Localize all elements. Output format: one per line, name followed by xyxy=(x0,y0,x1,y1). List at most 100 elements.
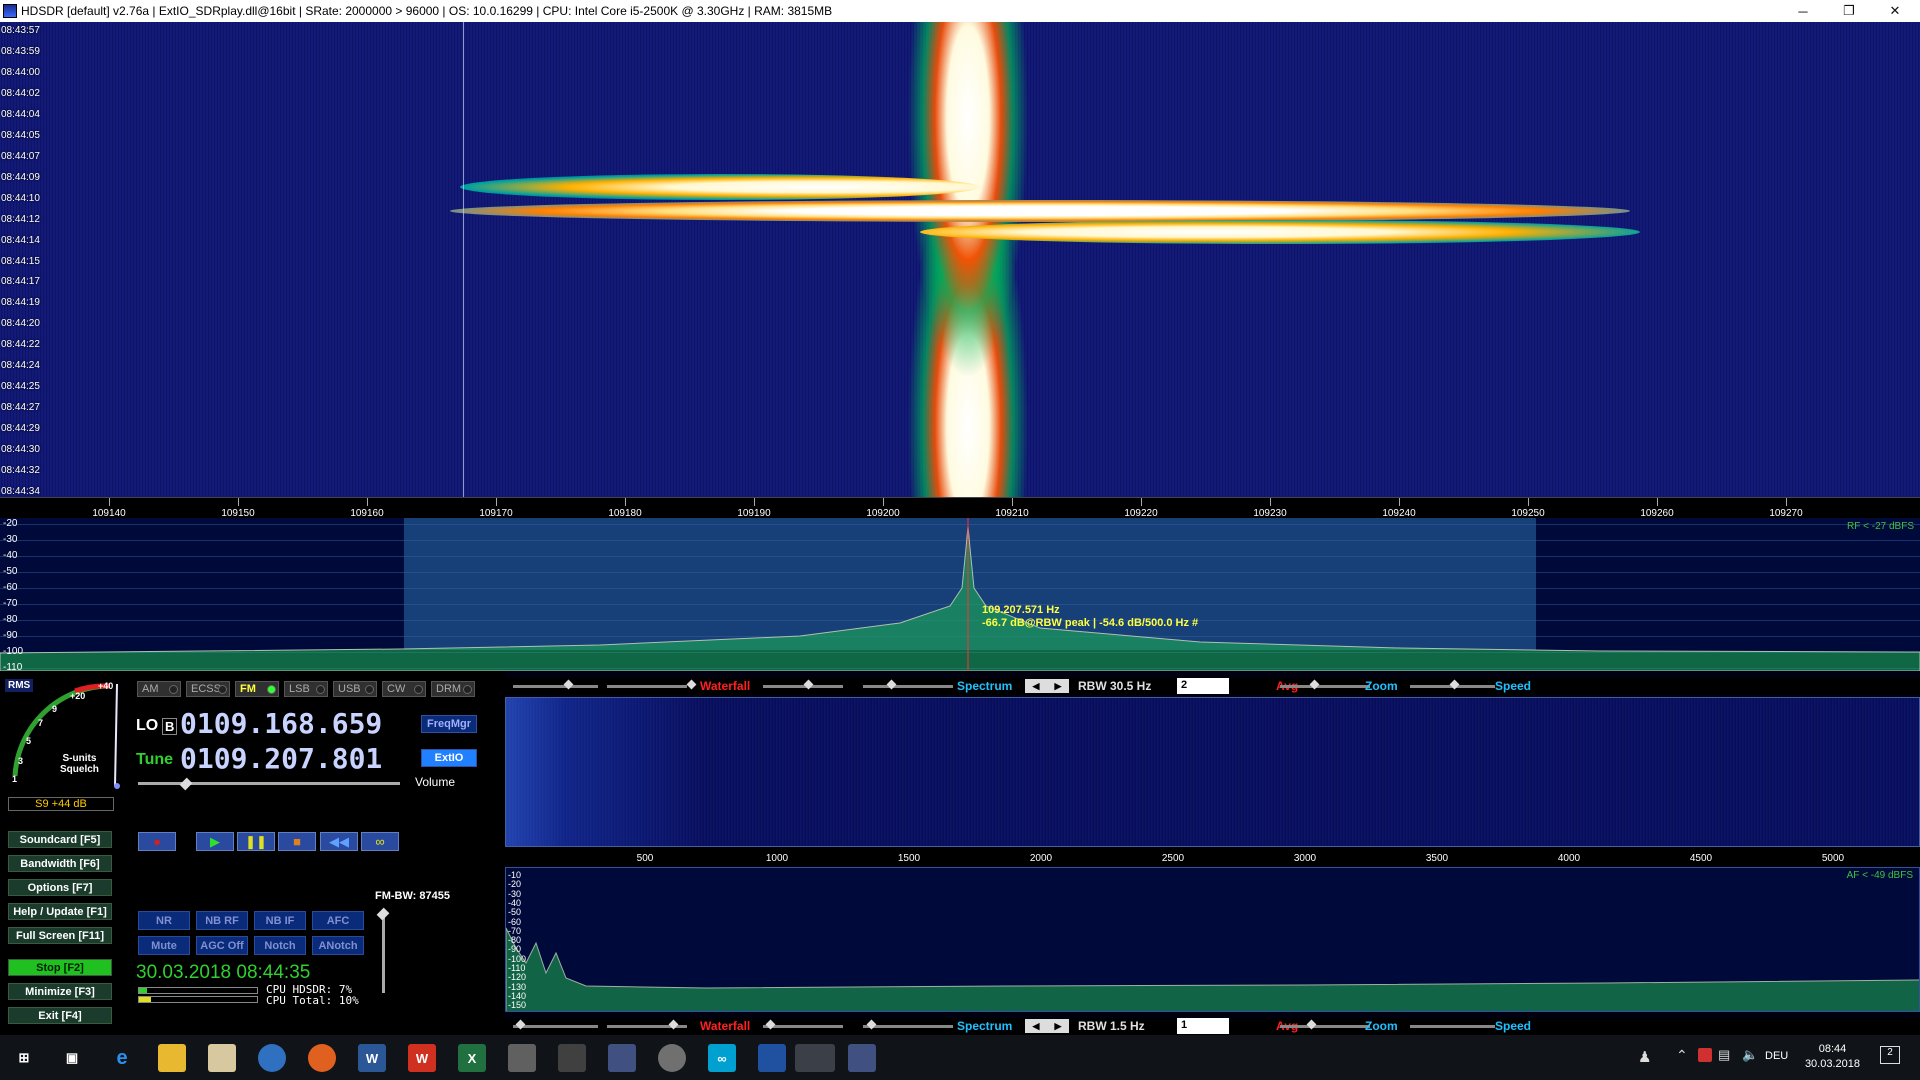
mode-button-fm[interactable]: FM xyxy=(235,681,279,697)
scale-tick xyxy=(109,498,110,506)
freqmgr-button[interactable]: FreqMgr xyxy=(421,715,477,733)
firefox-icon[interactable] xyxy=(308,1044,336,1072)
minimize-icon[interactable]: ─ xyxy=(1780,0,1826,22)
language-indicator[interactable]: DEU xyxy=(1765,1050,1788,1062)
tune-frequency[interactable]: 0109.207.801 xyxy=(180,742,382,775)
s-meter xyxy=(12,683,120,789)
exit-button[interactable]: Exit [F4] xyxy=(8,1007,112,1024)
dsp-button-nr[interactable]: NR xyxy=(138,911,190,930)
waterfall-contrast-slider[interactable] xyxy=(513,685,598,688)
play-button[interactable]: ▶ xyxy=(196,832,234,851)
hdsdr-taskbar-icon[interactable] xyxy=(795,1044,835,1072)
bandwidth-button[interactable]: Bandwidth [F6] xyxy=(8,855,112,872)
mode-button-usb[interactable]: USB xyxy=(333,681,377,697)
dsp-button-agc-off[interactable]: AGC Off xyxy=(196,936,248,955)
edge-icon[interactable]: e xyxy=(108,1044,136,1072)
dsp-button-nb-rf[interactable]: NB RF xyxy=(196,911,248,930)
af-spectrum[interactable]: AF < -49 dBFS -10 -20 -30 -40 -50 -60 -70 -80 -9… xyxy=(505,867,1920,1012)
start-icon[interactable]: ⊞ xyxy=(10,1044,38,1072)
wps-icon[interactable]: W xyxy=(408,1044,436,1072)
af-waterfall-contrast-slider[interactable] xyxy=(513,1025,598,1028)
app-icon-6[interactable] xyxy=(758,1044,786,1072)
af-rbw-arrows[interactable]: ◀ ▶ xyxy=(1025,1019,1069,1033)
spectrum-brightness-slider[interactable] xyxy=(863,685,953,688)
peak-info: 109.207.571 Hz -66.7 dB@RBW peak | -54.6… xyxy=(982,604,1198,630)
loop-button[interactable]: ∞ xyxy=(361,832,399,851)
frequency-scale[interactable]: 109140 109150 109160 109170 109180 109190 1092… xyxy=(0,497,1920,519)
dsp-button-nb-if[interactable]: NB IF xyxy=(254,911,306,930)
notification-icon[interactable]: 2 xyxy=(1880,1046,1900,1064)
volume-slider[interactable] xyxy=(138,782,400,785)
app-icon-7[interactable] xyxy=(848,1044,876,1072)
right-arrow-icon[interactable]: ▶ xyxy=(1055,681,1062,692)
volume-icon[interactable]: 🔈 xyxy=(1742,1047,1758,1063)
left-arrow-icon[interactable]: ◀ xyxy=(1033,681,1040,692)
af-spectrum-contrast-slider[interactable] xyxy=(763,1025,843,1028)
right-arrow-icon[interactable]: ▶ xyxy=(1055,1021,1062,1032)
app-icon-5[interactable] xyxy=(658,1044,686,1072)
help-update-button[interactable]: Help / Update [F1] xyxy=(8,903,112,920)
folder-icon[interactable] xyxy=(208,1044,236,1072)
pause-button[interactable]: ❚❚ xyxy=(237,832,275,851)
left-arrow-icon[interactable]: ◀ xyxy=(1033,1021,1040,1032)
rbw-arrows[interactable]: ◀ ▶ xyxy=(1025,679,1069,693)
network-icon[interactable]: ▤ xyxy=(1718,1047,1730,1063)
task-view-icon[interactable]: ▣ xyxy=(58,1044,86,1072)
rf-spectrum[interactable]: -20 -30 -40 -50 -60 -70 -80 -90 -100 -110 RF < -2… xyxy=(0,518,1920,671)
file-explorer-icon[interactable] xyxy=(158,1044,186,1072)
fm-bw-slider[interactable] xyxy=(382,909,385,993)
options-button[interactable]: Options [F7] xyxy=(8,879,112,896)
pause-icon: ❚❚ xyxy=(245,833,267,849)
mode-button-lsb[interactable]: LSB xyxy=(284,681,328,697)
tray-app-icon[interactable] xyxy=(1698,1048,1712,1062)
app-icon-1[interactable] xyxy=(258,1044,286,1072)
mode-button-am[interactable]: AM xyxy=(137,681,181,697)
app-icon-2[interactable] xyxy=(508,1044,536,1072)
af-spectrum-brightness-slider[interactable] xyxy=(863,1025,953,1028)
soundcard-button[interactable]: Soundcard [F5] xyxy=(8,831,112,848)
restore-icon[interactable]: ❐ xyxy=(1826,0,1872,22)
dsp-button-afc[interactable]: AFC xyxy=(312,911,364,930)
volume-knob[interactable] xyxy=(179,777,193,791)
mode-button-cw[interactable]: CW xyxy=(382,681,426,697)
waterfall-brightness-slider[interactable] xyxy=(607,685,687,688)
tray-expand-icon[interactable]: ⌃ xyxy=(1676,1047,1688,1064)
rf-waterfall[interactable]: 08:43:57 08:43:59 08:44:00 08:44:02 08:44:04… xyxy=(0,22,1920,497)
stop-button[interactable]: Stop [F2] xyxy=(8,959,112,976)
zoom-slider[interactable] xyxy=(1280,685,1370,688)
record-button[interactable]: ● xyxy=(138,832,176,851)
fm-bw-knob[interactable] xyxy=(376,907,390,921)
dsp-button-anotch[interactable]: ANotch xyxy=(312,936,364,955)
mode-button-drm[interactable]: DRM xyxy=(431,681,475,697)
db-label: -100 xyxy=(3,646,24,657)
excel-icon[interactable]: X xyxy=(458,1044,486,1072)
stop-playback-button[interactable]: ■ xyxy=(278,832,316,851)
people-icon[interactable]: ♟ xyxy=(1638,1048,1651,1066)
arduino-icon[interactable]: ∞ xyxy=(708,1044,736,1072)
rms-badge[interactable]: RMS xyxy=(5,679,34,692)
dsp-button-notch[interactable]: Notch xyxy=(254,936,306,955)
lo-frequency[interactable]: 0109.168.659 xyxy=(180,707,382,740)
spectrum-contrast-slider[interactable] xyxy=(763,685,843,688)
avg-select[interactable]: 2 xyxy=(1177,678,1229,694)
app-icon-3[interactable] xyxy=(558,1044,586,1072)
af-avg-select[interactable]: 1 xyxy=(1177,1018,1229,1034)
slider-knob[interactable] xyxy=(686,679,697,690)
extio-button[interactable]: ExtIO xyxy=(421,749,477,767)
tray-clock[interactable]: 08:44 30.03.2018 xyxy=(1805,1042,1860,1072)
af-waterfall[interactable] xyxy=(505,697,1920,847)
af-speed-slider[interactable] xyxy=(1410,1025,1495,1028)
lo-b-button[interactable]: B xyxy=(162,718,178,735)
af-zoom-slider[interactable] xyxy=(1280,1025,1370,1028)
minimize-button[interactable]: Minimize [F3] xyxy=(8,983,112,1000)
mode-button-ecss[interactable]: ECSS xyxy=(186,681,230,697)
scale-tick xyxy=(1528,498,1529,506)
app-icon-4[interactable] xyxy=(608,1044,636,1072)
full-screen-button[interactable]: Full Screen [F11] xyxy=(8,927,112,944)
af-tick-label: 4000 xyxy=(1557,853,1581,864)
dsp-button-mute[interactable]: Mute xyxy=(138,936,190,955)
word-icon[interactable]: W xyxy=(358,1044,386,1072)
volume-label: Volume xyxy=(415,775,456,789)
close-icon[interactable]: ✕ xyxy=(1872,0,1918,22)
rewind-button[interactable]: ◀◀ xyxy=(320,832,358,851)
